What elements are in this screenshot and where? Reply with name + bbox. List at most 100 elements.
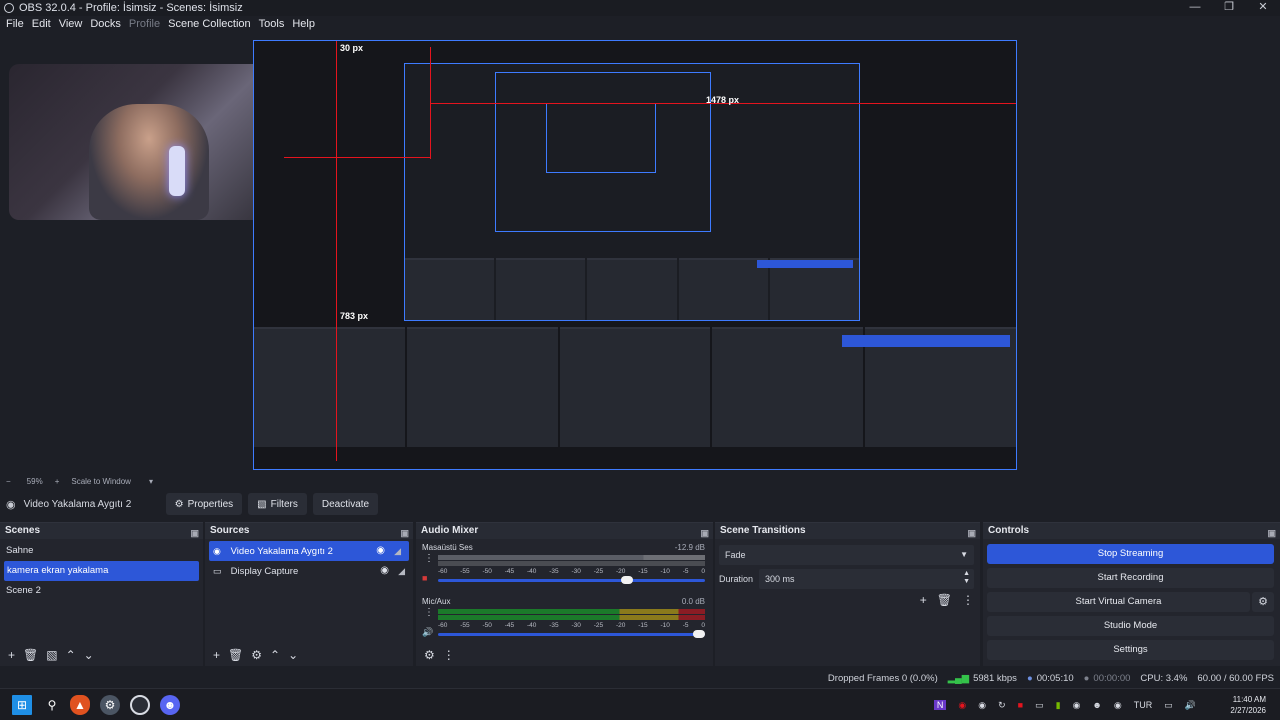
scenes-toolbar: + 🗑 ▧ ⌃ ⌄: [0, 644, 203, 666]
language-indicator[interactable]: TUR: [1134, 700, 1153, 710]
scene-item[interactable]: Scene 2: [0, 581, 203, 601]
float-dock-icon[interactable]: ▣: [190, 525, 199, 541]
more-options-icon[interactable]: ⋮: [424, 607, 434, 618]
scene-item-selected[interactable]: kamera ekran yakalama: [4, 561, 199, 581]
source-item[interactable]: ▭ Display Capture ◉ ◢: [205, 561, 413, 581]
active-source-name: Video Yakalama Aygıtı 2: [23, 498, 132, 510]
move-up-icon[interactable]: ⌃: [66, 648, 76, 662]
menu-help[interactable]: Help: [292, 18, 315, 30]
chevron-down-icon[interactable]: ▾: [149, 477, 153, 486]
virtual-camera-settings-button[interactable]: ⚙: [1252, 592, 1274, 612]
db-tick: -50: [482, 622, 492, 629]
scale-mode[interactable]: Scale to Window: [71, 477, 131, 486]
brave-tray-icon[interactable]: ◉: [978, 700, 986, 711]
search-icon[interactable]: ⚲: [42, 695, 62, 715]
volume-slider[interactable]: [438, 630, 705, 638]
settings-app-icon[interactable]: ⚙: [100, 695, 120, 715]
menu-profile[interactable]: Profile: [129, 18, 160, 30]
settings-button[interactable]: Settings: [987, 640, 1274, 660]
steam-icon[interactable]: ◉: [1073, 700, 1081, 711]
mute-icon[interactable]: ■: [422, 573, 427, 583]
source-item-selected[interactable]: ◉ Video Yakalama Aygıtı 2 ◉ ◢: [209, 541, 409, 561]
add-icon[interactable]: +: [8, 648, 15, 662]
more-options-icon[interactable]: ⋮: [962, 593, 974, 607]
stop-streaming-button[interactable]: Stop Streaming: [987, 544, 1274, 564]
more-options-icon[interactable]: ⋮: [443, 648, 455, 662]
db-tick: -45: [504, 568, 515, 575]
float-dock-icon[interactable]: ▣: [967, 525, 976, 541]
duration-stepper[interactable]: ▲ ▼: [963, 570, 970, 586]
app-tray-icon[interactable]: ◉: [958, 700, 966, 711]
advanced-audio-icon[interactable]: ⚙: [424, 648, 435, 662]
add-icon[interactable]: +: [213, 648, 220, 662]
volume-slider[interactable]: [438, 576, 705, 584]
ticket-icon[interactable]: ▭: [1035, 700, 1044, 711]
obs-taskbar-icon[interactable]: [130, 695, 150, 715]
move-up-icon[interactable]: ⌃: [270, 648, 280, 662]
float-dock-icon[interactable]: ▣: [1267, 525, 1276, 541]
duration-value: 300 ms: [765, 574, 795, 584]
dock-title: Controls ▣: [983, 523, 1280, 539]
nvidia-icon[interactable]: ▮: [1056, 700, 1061, 711]
menu-scene-collection[interactable]: Scene Collection: [168, 18, 251, 30]
headset-icon[interactable]: ◉: [1114, 700, 1122, 711]
discord-icon[interactable]: ☻: [160, 695, 180, 715]
properties-button[interactable]: ⚙ Properties: [165, 493, 243, 515]
move-down-icon[interactable]: ⌄: [288, 648, 298, 662]
menu-edit[interactable]: Edit: [32, 18, 51, 30]
lock-icon[interactable]: ◢: [394, 541, 401, 561]
sources-dock: Sources ▣ ◉ Video Yakalama Aygıtı 2 ◉ ◢ …: [205, 522, 413, 666]
minimize-icon[interactable]: —: [1178, 0, 1212, 16]
eye-icon[interactable]: ◉: [380, 561, 389, 581]
db-tick: 0: [701, 568, 705, 575]
trash-icon[interactable]: 🗑: [937, 593, 952, 607]
start-recording-button[interactable]: Start Recording: [987, 568, 1274, 588]
audio-mixer-dock: Audio Mixer ▣ Masaüstü Ses -12.9 dB ⋮ -6…: [416, 522, 713, 666]
volume-slider-knob[interactable]: [693, 630, 705, 638]
vpn-icon[interactable]: ■: [1018, 700, 1023, 710]
gear-icon[interactable]: ⚙: [251, 648, 262, 662]
float-dock-icon[interactable]: ▣: [700, 525, 709, 541]
duration-input[interactable]: 300 ms ▲ ▼: [759, 569, 974, 589]
start-virtual-camera-button[interactable]: Start Virtual Camera: [987, 592, 1250, 612]
menu-tools[interactable]: Tools: [259, 18, 285, 30]
controls-title: Controls: [988, 525, 1030, 536]
more-options-icon[interactable]: ⋮: [424, 553, 434, 564]
scene-item[interactable]: Sahne: [0, 541, 203, 561]
webcam-source[interactable]: [9, 64, 285, 220]
db-tick: -15: [638, 622, 648, 629]
preview-canvas[interactable]: 30 px 1478 px 783 px: [253, 40, 1017, 470]
eye-icon[interactable]: ◉: [376, 541, 385, 561]
menu-docks[interactable]: Docks: [90, 18, 121, 30]
transition-select[interactable]: Fade ▼: [719, 545, 974, 565]
trash-icon[interactable]: 🗑: [23, 648, 38, 662]
restore-icon[interactable]: ❐: [1212, 0, 1246, 16]
filters-button[interactable]: ▧ Filters: [248, 493, 307, 515]
studio-mode-button[interactable]: Studio Mode: [987, 616, 1274, 636]
add-icon[interactable]: +: [920, 593, 927, 607]
deactivate-button[interactable]: Deactivate: [312, 493, 379, 515]
lock-icon[interactable]: ◢: [398, 561, 405, 581]
clock[interactable]: 11:40 AM 2/27/2026: [1230, 694, 1266, 716]
volume-icon[interactable]: 🔊: [1185, 700, 1196, 711]
preview-area[interactable]: 30 px 1478 px 783 px: [0, 32, 1280, 474]
trash-icon[interactable]: 🗑: [228, 648, 243, 662]
channel-db: 0.0 dB: [681, 597, 705, 606]
inner-stream-button: [842, 335, 1010, 347]
zoom-out-icon[interactable]: −: [6, 477, 11, 486]
sync-icon[interactable]: ↻: [998, 700, 1006, 711]
volume-slider-knob[interactable]: [620, 576, 633, 584]
filter-icon[interactable]: ▧: [46, 648, 57, 662]
move-down-icon[interactable]: ⌄: [84, 648, 94, 662]
zoom-in-icon[interactable]: +: [55, 477, 60, 486]
speaker-icon[interactable]: 🔊: [422, 627, 433, 638]
menu-file[interactable]: File: [6, 18, 24, 30]
close-icon[interactable]: ✕: [1246, 0, 1280, 16]
discord-tray-icon[interactable]: ☻: [1092, 700, 1101, 710]
brave-browser-icon[interactable]: ▲: [70, 695, 90, 715]
menu-view[interactable]: View: [59, 18, 83, 30]
notion-icon[interactable]: N: [933, 700, 947, 710]
windows-start-icon[interactable]: ⊞: [12, 695, 32, 715]
float-dock-icon[interactable]: ▣: [400, 525, 409, 541]
network-icon[interactable]: ▭: [1164, 700, 1173, 711]
